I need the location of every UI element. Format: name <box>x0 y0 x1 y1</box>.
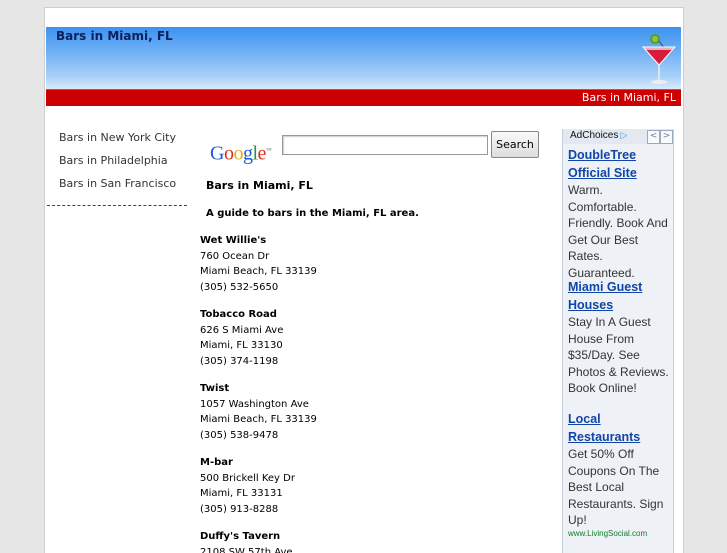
listing-street: 1057 Washington Ave <box>200 397 550 413</box>
site-title: Bars in Miami, FL <box>56 29 173 43</box>
listing-item: Wet Willie's 760 Ocean Dr Miami Beach, F… <box>200 233 550 295</box>
ad-title-link[interactable]: DoubleTree Official Site <box>568 146 670 182</box>
listing-street: 500 Brickell Key Dr <box>200 471 550 487</box>
search-button[interactable]: Search <box>491 131 539 158</box>
listing-city: Miami Beach, FL 33139 <box>200 412 550 428</box>
ad-body: Get 50% Off Coupons On The Best Local Re… <box>568 446 670 529</box>
ad-item: Miami Guest Houses Stay In A Guest House… <box>568 278 670 397</box>
site-header: Bars in Miami, FL <box>46 27 681 89</box>
martini-glass-icon <box>639 33 679 87</box>
listing-city: Miami, FL 33131 <box>200 486 550 502</box>
listing-street: 2108 SW 57th Ave <box>200 545 550 553</box>
listing-phone: (305) 532-5650 <box>200 280 550 296</box>
listing-item: M-bar 500 Brickell Key Dr Miami, FL 3313… <box>200 455 550 517</box>
listing-phone: (305) 538-9478 <box>200 428 550 444</box>
ad-prev-button[interactable]: < <box>647 130 660 144</box>
google-logo: Google™ <box>210 137 280 165</box>
listing-street: 626 S Miami Ave <box>200 323 550 339</box>
sidebar-link-philadelphia[interactable]: Bars in Philadelphia <box>59 149 187 172</box>
search-input[interactable] <box>282 135 488 155</box>
ad-url-link[interactable]: www.LivingSocial.com <box>568 529 670 539</box>
intro-text: A guide to bars in the Miami, FL area. <box>206 207 550 221</box>
page-title: Bars in Miami, FL <box>206 179 550 193</box>
adchoices-link[interactable]: AdChoices▷ <box>570 130 627 141</box>
ad-body: Warm. Comfortable. Friendly. Book And Ge… <box>568 182 670 281</box>
ad-item: Local Restaurants Get 50% Off Coupons On… <box>568 410 670 539</box>
listing-name: Duffy's Tavern <box>200 529 550 545</box>
ad-sidebar: AdChoices▷ < > DoubleTree Official Site … <box>562 129 674 553</box>
listing-name: M-bar <box>200 455 550 471</box>
listing-item: Twist 1057 Washington Ave Miami Beach, F… <box>200 381 550 443</box>
ad-next-button[interactable]: > <box>660 130 673 144</box>
listing-phone: (305) 913-8288 <box>200 502 550 518</box>
sidebar-link-new-york[interactable]: Bars in New York City <box>59 126 187 149</box>
listing-item: Tobacco Road 626 S Miami Ave Miami, FL 3… <box>200 307 550 369</box>
adchoices-icon: ▷ <box>620 130 627 141</box>
listing-phone: (305) 374-1198 <box>200 354 550 370</box>
ad-title-link[interactable]: Miami Guest Houses <box>568 278 670 314</box>
header-red-bar: Bars in Miami, FL <box>46 89 681 106</box>
ad-title-link[interactable]: Local Restaurants <box>568 410 670 446</box>
sidebar-link-san-francisco[interactable]: Bars in San Francisco <box>59 172 187 195</box>
main-content: Bars in Miami, FL A guide to bars in the… <box>200 179 550 553</box>
listing-street: 760 Ocean Dr <box>200 249 550 265</box>
header-location-label: Bars in Miami, FL <box>582 91 676 104</box>
sidebar-nav: Bars in New York City Bars in Philadelph… <box>47 126 187 206</box>
adchoices-bar: AdChoices▷ < > <box>563 129 673 144</box>
listing-name: Twist <box>200 381 550 397</box>
page-container: Bars in Miami, FL Bars in Miami, FL Bars… <box>44 7 684 553</box>
listing-name: Wet Willie's <box>200 233 550 249</box>
listing-city: Miami, FL 33130 <box>200 338 550 354</box>
listing-name: Tobacco Road <box>200 307 550 323</box>
ad-body: Stay In A Guest House From $35/Day. See … <box>568 314 670 397</box>
listing-city: Miami Beach, FL 33139 <box>200 264 550 280</box>
listing-item: Duffy's Tavern 2108 SW 57th Ave <box>200 529 550 553</box>
ad-item: DoubleTree Official Site Warm. Comfortab… <box>568 146 670 281</box>
